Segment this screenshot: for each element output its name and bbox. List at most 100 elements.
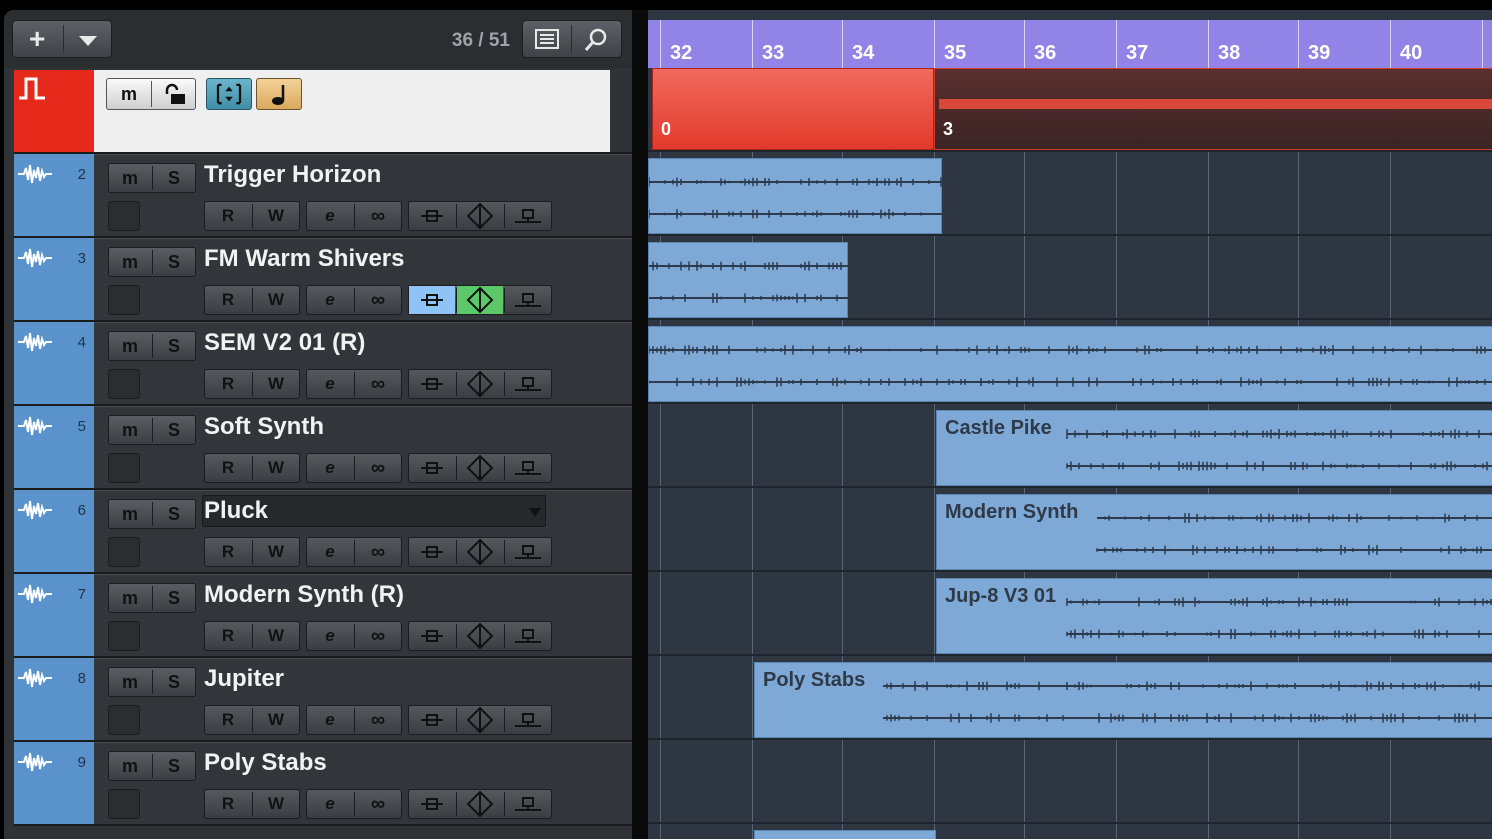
edit-button[interactable]: e <box>307 622 353 650</box>
read-automation-button[interactable]: R <box>205 706 251 734</box>
diamond-icon[interactable] <box>457 454 503 482</box>
solo-button[interactable]: S <box>153 584 195 612</box>
edit-button[interactable]: e <box>307 454 353 482</box>
diamond-icon[interactable] <box>457 202 503 230</box>
lane-icon[interactable] <box>505 286 551 314</box>
solo-button[interactable]: S <box>153 752 195 780</box>
link-button[interactable]: ∞ <box>355 370 401 398</box>
record-enable-button[interactable] <box>108 285 140 315</box>
mute-button[interactable]: m <box>107 79 151 109</box>
insert-icon[interactable] <box>409 202 455 230</box>
mute-button[interactable]: m <box>109 668 151 696</box>
track-header[interactable]: 4 m S SEM V2 01 (R) R W e ∞ <box>14 322 632 406</box>
record-enable-button[interactable] <box>108 201 140 231</box>
arrange-view[interactable]: 32 33 34 35 36 37 38 39 40 0 3 Castle Pike Modern S… <box>648 10 1492 839</box>
ruler[interactable]: 32 33 34 35 36 37 38 39 40 <box>648 20 1492 68</box>
insert-icon[interactable] <box>409 790 455 818</box>
list-icon[interactable] <box>535 29 559 49</box>
read-automation-button[interactable]: R <box>205 286 251 314</box>
lock-icon[interactable] <box>163 83 187 107</box>
write-automation-button[interactable]: W <box>253 538 299 566</box>
dropdown-icon[interactable] <box>529 508 541 517</box>
lane-icon[interactable] <box>505 202 551 230</box>
track-name[interactable]: Trigger Horizon <box>204 161 381 189</box>
insert-icon[interactable] <box>409 538 455 566</box>
lane-icon[interactable] <box>505 622 551 650</box>
track-color-strip[interactable]: 8 <box>14 658 94 740</box>
edit-button[interactable]: e <box>307 370 353 398</box>
acoustic-feedback-button[interactable] <box>256 78 302 110</box>
track-header[interactable]: 7 m S Modern Synth (R) R W e ∞ <box>14 574 632 658</box>
audio-event[interactable]: Poly Stabs <box>754 662 1492 738</box>
track-header[interactable]: 5 m S Soft Synth R W e ∞ <box>14 406 632 490</box>
audio-event[interactable]: Modern Synth <box>936 494 1492 570</box>
mute-button[interactable]: m <box>109 500 151 528</box>
track-name[interactable]: FM Warm Shivers <box>204 245 405 273</box>
mute-button[interactable]: m <box>109 584 151 612</box>
insert-icon[interactable] <box>409 286 455 314</box>
track-color-strip[interactable]: 6 <box>14 490 94 572</box>
lane-icon[interactable] <box>505 370 551 398</box>
read-automation-button[interactable]: R <box>205 370 251 398</box>
audio-event[interactable] <box>648 326 1492 402</box>
insert-icon[interactable] <box>409 454 455 482</box>
link-button[interactable]: ∞ <box>355 454 401 482</box>
mute-button[interactable]: m <box>109 332 151 360</box>
track-name[interactable]: Poly Stabs <box>204 749 327 777</box>
diamond-icon[interactable] <box>457 622 503 650</box>
link-button[interactable]: ∞ <box>355 790 401 818</box>
record-enable-button[interactable] <box>108 621 140 651</box>
write-automation-button[interactable]: W <box>253 790 299 818</box>
write-automation-button[interactable]: W <box>253 202 299 230</box>
pane-splitter[interactable] <box>632 10 648 839</box>
link-button[interactable]: ∞ <box>355 538 401 566</box>
edit-button[interactable]: e <box>307 706 353 734</box>
edit-button[interactable]: e <box>307 202 353 230</box>
add-track-button[interactable]: + <box>12 20 112 58</box>
write-automation-button[interactable]: W <box>253 454 299 482</box>
track-color-strip[interactable]: 7 <box>14 574 94 656</box>
record-enable-button[interactable] <box>108 537 140 567</box>
insert-icon[interactable] <box>409 706 455 734</box>
write-automation-button[interactable]: W <box>253 370 299 398</box>
insert-icon[interactable] <box>409 622 455 650</box>
mute-button[interactable]: m <box>109 248 151 276</box>
mute-button[interactable]: m <box>109 416 151 444</box>
record-enable-button[interactable] <box>108 789 140 819</box>
lane-icon[interactable] <box>505 706 551 734</box>
event-grid[interactable]: 0 3 Castle Pike Modern Synth Jup-8 V3 01 Poly… <box>648 68 1492 839</box>
lane-icon[interactable] <box>505 790 551 818</box>
track-name[interactable]: Soft Synth <box>204 413 324 441</box>
solo-button[interactable]: S <box>153 164 195 192</box>
read-automation-button[interactable]: R <box>205 202 251 230</box>
mute-button[interactable]: m <box>109 752 151 780</box>
chord-event[interactable]: 0 <box>652 68 934 150</box>
track-header[interactable]: 8 m S Jupiter R W e ∞ <box>14 658 632 742</box>
diamond-icon[interactable] <box>457 538 503 566</box>
dropdown-icon[interactable] <box>79 36 97 46</box>
track-name[interactable]: Modern Synth (R) <box>204 581 404 609</box>
track-name[interactable]: Jupiter <box>204 665 284 693</box>
audio-event[interactable] <box>754 830 936 839</box>
link-button[interactable]: ∞ <box>355 706 401 734</box>
record-enable-button[interactable] <box>108 705 140 735</box>
link-button[interactable]: ∞ <box>355 286 401 314</box>
write-automation-button[interactable]: W <box>253 622 299 650</box>
lane-icon[interactable] <box>505 538 551 566</box>
mute-button[interactable]: m <box>109 164 151 192</box>
record-enable-button[interactable] <box>108 453 140 483</box>
record-enable-button[interactable] <box>108 369 140 399</box>
audio-event[interactable] <box>648 158 943 234</box>
solo-button[interactable]: S <box>153 248 195 276</box>
read-automation-button[interactable]: R <box>205 790 251 818</box>
diamond-icon[interactable] <box>457 706 503 734</box>
chord-track-header[interactable]: m <box>14 70 632 154</box>
solo-button[interactable]: S <box>153 416 195 444</box>
track-color-strip[interactable]: 3 <box>14 238 94 320</box>
track-header[interactable]: 6 m S Pluck R W e ∞ <box>14 490 632 574</box>
read-automation-button[interactable]: R <box>205 622 251 650</box>
track-header[interactable]: 3 m S FM Warm Shivers R W e ∞ <box>14 238 632 322</box>
read-automation-button[interactable]: R <box>205 538 251 566</box>
write-automation-button[interactable]: W <box>253 706 299 734</box>
diamond-icon[interactable] <box>457 790 503 818</box>
